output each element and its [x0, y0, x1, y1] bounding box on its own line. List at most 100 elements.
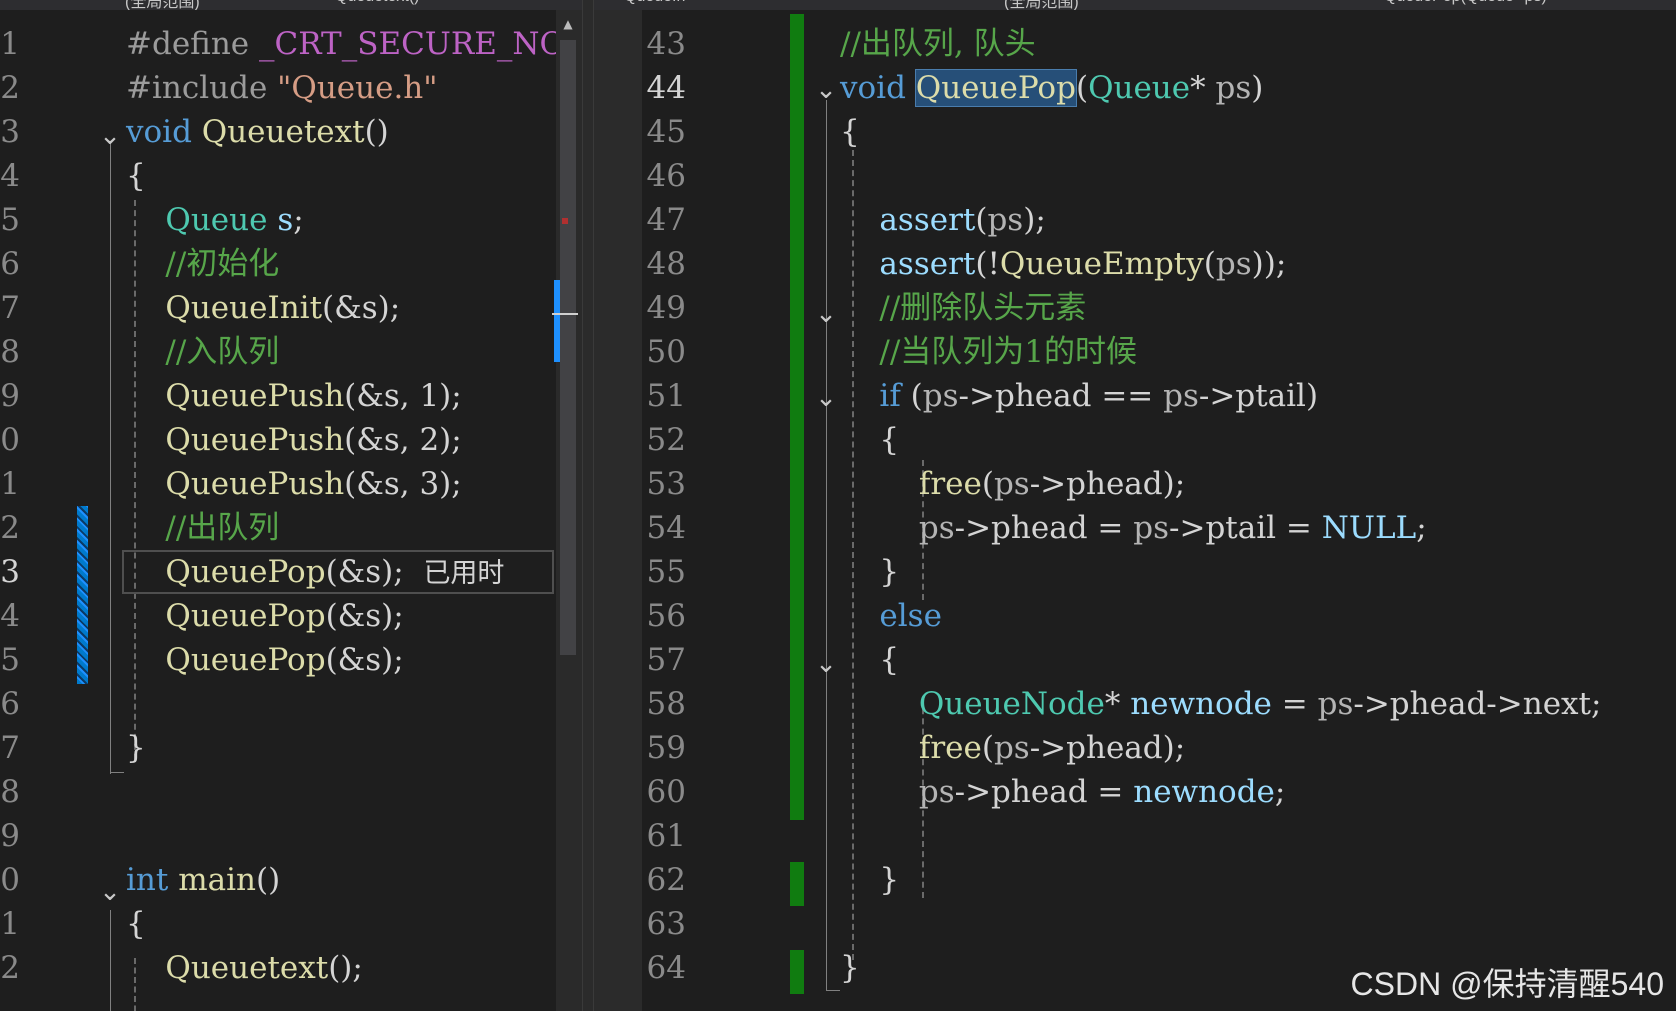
code-line-1[interactable]: #define _CRT_SECURE_NO_W	[126, 22, 594, 66]
right-line-number: 44	[646, 70, 686, 106]
left-line-number: 2	[0, 950, 20, 986]
code-line-15[interactable]: QueuePop(&s);	[126, 638, 403, 682]
fold-toggle-if[interactable]: ⌄	[812, 384, 840, 412]
code-line-12[interactable]: //出队列	[126, 506, 279, 550]
left-line-number: 1	[0, 26, 20, 62]
code-line-13[interactable]: QueuePop(&s); 已用时	[126, 550, 504, 594]
fold-toggle-queuepop[interactable]: ⌄	[812, 76, 840, 104]
code-line-7[interactable]: QueueInit(&s);	[126, 286, 400, 330]
rcode-line-55[interactable]: }	[840, 550, 899, 594]
left-member-dropdown[interactable]: Queuetext()	[335, 0, 419, 8]
left-change-bar	[77, 506, 88, 684]
left-line-number: 1	[0, 466, 20, 502]
rcode-line-48[interactable]: assert(!QueueEmpty(ps));	[840, 242, 1286, 286]
code-line-6[interactable]: //初始化	[126, 242, 279, 286]
left-line-number: 6	[0, 246, 20, 282]
rcode-line-62[interactable]: }	[840, 858, 899, 902]
left-scrollbar-error-marker	[562, 218, 568, 224]
right-line-number: 45	[646, 114, 686, 150]
fold-toggle-main[interactable]: ⌄	[96, 878, 124, 906]
rcode-line-56[interactable]: else	[840, 594, 942, 638]
rcode-line-51[interactable]: if (ps->phead == ps->ptail)	[840, 374, 1318, 418]
rcode-line-60[interactable]: ps->phead = newnode;	[840, 770, 1286, 814]
fold-toggle-comment[interactable]: ⌄	[812, 300, 840, 328]
right-line-number: 46	[646, 158, 686, 194]
csdn-watermark: CSDN @保持清醒540	[1350, 966, 1664, 1002]
right-indicator-margin	[594, 10, 642, 1011]
left-scrollbar-change-marker	[554, 280, 560, 362]
left-line-number: 3	[0, 554, 20, 590]
right-line-number: 60	[646, 774, 686, 810]
code-line-11[interactable]: QueuePush(&s, 3);	[126, 462, 461, 506]
selected-symbol-queuepop[interactable]: QueuePop	[914, 69, 1077, 107]
left-editor-pane[interactable]: ⌄ ⌄ 1 2 3 4 5 6 7 8 9 0 1 2 3 4 5 6 7 8 9 0 1 2 #define _CRT_…	[0, 10, 594, 1011]
right-change-bar-saved-3	[790, 950, 804, 994]
left-line-number: 2	[0, 70, 20, 106]
right-scope-dropdown[interactable]: (全局范围)	[1004, 0, 1079, 10]
right-line-number: 56	[646, 598, 686, 634]
code-line-21[interactable]: {	[126, 902, 146, 946]
rcode-line-64[interactable]: }	[840, 946, 860, 990]
rcode-line-49[interactable]: //删除队头元素	[840, 286, 1086, 330]
left-fold-range-end	[110, 772, 124, 774]
right-line-number: 64	[646, 950, 686, 986]
code-line-10[interactable]: QueuePush(&s, 2);	[126, 418, 461, 462]
right-line-number: 43	[646, 26, 686, 62]
code-line-5[interactable]: Queue s;	[126, 198, 303, 242]
code-line-20[interactable]: int main()	[126, 858, 280, 902]
left-scrollbar-up-arrow[interactable]: ▲	[560, 18, 576, 30]
code-line-22[interactable]: Queuetext();	[126, 946, 362, 990]
right-change-bar-saved	[790, 14, 804, 820]
right-line-number: 47	[646, 202, 686, 238]
right-fold-range-if	[826, 416, 827, 596]
rcode-line-54[interactable]: ps->phead = ps->ptail = NULL;	[840, 506, 1427, 550]
rcode-line-53[interactable]: free(ps->phead);	[840, 462, 1185, 506]
code-line-17[interactable]: }	[126, 726, 146, 770]
left-line-number: 4	[0, 158, 20, 194]
left-scrollbar-thumb[interactable]	[560, 40, 576, 655]
left-line-number: 4	[0, 598, 20, 634]
code-line-14[interactable]: QueuePop(&s);	[126, 594, 403, 638]
left-fold-range-queuetext	[110, 144, 111, 774]
code-line-8[interactable]: //入队列	[126, 330, 279, 374]
rcode-line-47[interactable]: assert(ps);	[840, 198, 1045, 242]
right-change-bar-saved-2	[790, 862, 804, 906]
left-line-number: 7	[0, 290, 20, 326]
right-file-dropdown[interactable]: Queue.h	[624, 0, 685, 8]
right-line-number: 57	[646, 642, 686, 678]
rcode-line-43[interactable]: //出队列, 队头	[840, 22, 1036, 66]
split-pane-divider[interactable]	[582, 0, 594, 1011]
code-line-2[interactable]: #include "Queue.h"	[126, 66, 438, 110]
rcode-line-45[interactable]: {	[840, 110, 860, 154]
left-line-number: 6	[0, 686, 20, 722]
rcode-line-52[interactable]: {	[840, 418, 899, 462]
rcode-line-59[interactable]: free(ps->phead);	[840, 726, 1185, 770]
right-line-number: 53	[646, 466, 686, 502]
code-line-3[interactable]: void Queuetext()	[126, 110, 389, 154]
left-line-number: 7	[0, 730, 20, 766]
right-member-dropdown[interactable]: QueuePop(Queue* ps)	[1384, 0, 1547, 8]
left-scope-dropdown[interactable]: (全局范围)	[125, 0, 200, 10]
right-editor-pane[interactable]: ⌄ ⌄ ⌄ ⌄ 43 44 45 46 47 48 49 50 51 52 53 54 55 56 57 58…	[594, 10, 1676, 1011]
right-line-number: 54	[646, 510, 686, 546]
rcode-line-44[interactable]: void QueuePop(Queue* ps)	[840, 66, 1263, 110]
left-line-number: 9	[0, 818, 20, 854]
right-line-number: 48	[646, 246, 686, 282]
rcode-line-58[interactable]: QueueNode* newnode = ps->phead->next;	[840, 682, 1602, 726]
rcode-line-50[interactable]: //当队列为1的时候	[840, 330, 1137, 374]
rcode-line-57[interactable]: {	[840, 638, 899, 682]
left-line-number: 5	[0, 202, 20, 238]
right-line-number: 50	[646, 334, 686, 370]
right-line-number: 62	[646, 862, 686, 898]
left-scrollbar-caret-marker	[552, 313, 578, 315]
right-line-number: 58	[646, 686, 686, 722]
code-line-9[interactable]: QueuePush(&s, 1);	[126, 374, 461, 418]
right-line-number: 49	[646, 290, 686, 326]
fold-toggle-else[interactable]: ⌄	[812, 650, 840, 678]
code-line-4[interactable]: {	[126, 154, 146, 198]
right-fold-range-else	[826, 672, 827, 912]
fold-toggle-queuetext[interactable]: ⌄	[96, 122, 124, 150]
left-line-number: 8	[0, 774, 20, 810]
right-line-number: 63	[646, 906, 686, 942]
left-line-number: 1	[0, 906, 20, 942]
